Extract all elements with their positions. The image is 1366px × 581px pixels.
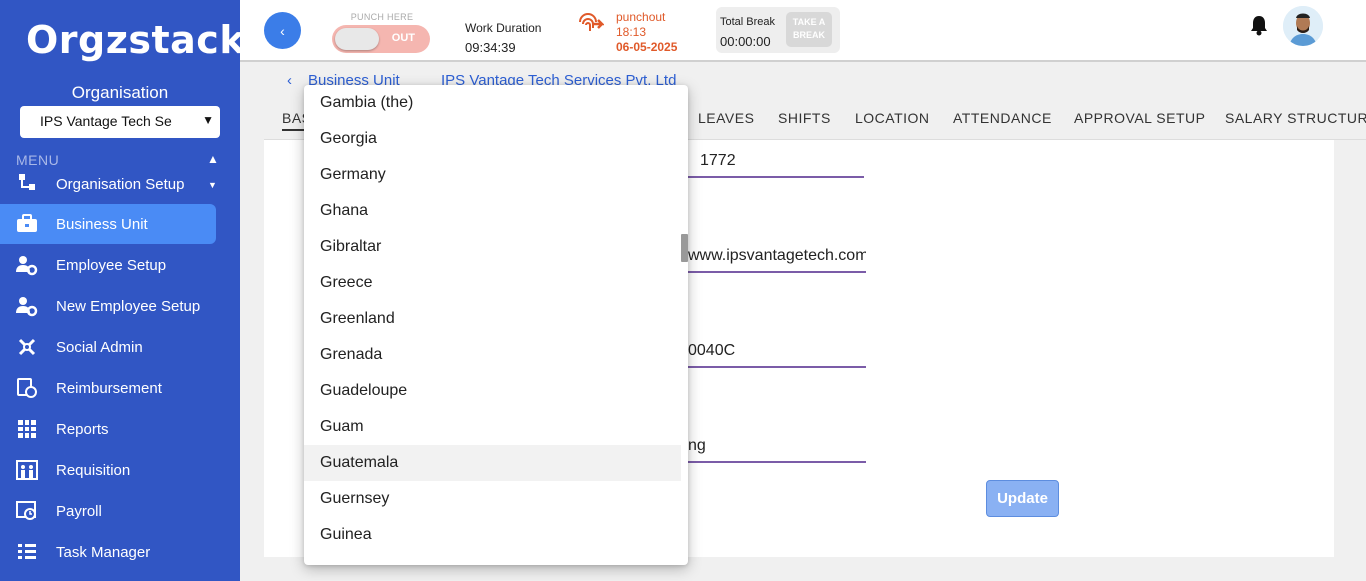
app-logo: Orgzstack bbox=[26, 18, 240, 62]
sidebar-item-requisition[interactable]: Requisition bbox=[0, 450, 216, 490]
form-field-website-value: www.ipsvantagetech.com/ bbox=[688, 247, 866, 264]
chevron-down-icon: ▼ bbox=[208, 180, 217, 190]
dropdown-option[interactable]: Grenada bbox=[304, 337, 681, 373]
dropdown-option-highlighted[interactable]: Guatemala bbox=[304, 445, 681, 481]
sidebar-item-organisation-setup[interactable]: Organisation Setup bbox=[0, 171, 216, 193]
briefcase-icon bbox=[16, 213, 38, 235]
sidebar-item-business-unit[interactable]: Business Unit bbox=[0, 204, 216, 244]
tab-location[interactable]: LOCATION bbox=[855, 110, 930, 126]
total-break-label: Total Break bbox=[720, 16, 776, 28]
chevron-up-icon[interactable]: ▲ bbox=[207, 152, 219, 166]
chevron-left-icon: ‹ bbox=[280, 22, 285, 39]
punch-toggle-knob bbox=[335, 28, 379, 50]
task-icon bbox=[16, 541, 38, 563]
form-field-3-value: 0040C bbox=[688, 342, 736, 359]
collapse-sidebar-button[interactable]: ‹ bbox=[264, 12, 301, 49]
sidebar-item-reimbursement[interactable]: Reimbursement bbox=[0, 368, 216, 408]
sidebar-item-reports[interactable]: Reports bbox=[0, 409, 216, 449]
reports-icon bbox=[16, 418, 38, 440]
sidebar-item-task-manager[interactable]: Task Manager bbox=[0, 532, 216, 572]
tab-salary-structure[interactable]: SALARY STRUCTURE bbox=[1225, 110, 1366, 126]
sidebar-item-payroll[interactable]: Payroll bbox=[0, 491, 216, 531]
dropdown-option[interactable]: Greece bbox=[304, 265, 681, 301]
take-break-button[interactable]: TAKE A BREAK bbox=[786, 12, 832, 47]
sidebar: Orgzstack Organisation IPS Vantage Tech … bbox=[0, 0, 240, 581]
reimbursement-icon bbox=[16, 377, 38, 399]
organisation-select[interactable]: IPS Vantage Tech Se ▼ bbox=[20, 106, 220, 138]
sidebar-item-label: Reimbursement bbox=[56, 379, 162, 397]
sidebar-item-label: Payroll bbox=[56, 502, 102, 520]
sidebar-item-new-employee-setup[interactable]: New Employee Setup bbox=[0, 286, 216, 326]
back-icon[interactable]: ‹ bbox=[287, 72, 292, 89]
chevron-down-icon: ▼ bbox=[202, 113, 214, 127]
dropdown-option[interactable]: Gambia (the) bbox=[304, 85, 681, 121]
punch-time: 18:13 bbox=[616, 25, 647, 39]
sidebar-item-employee-setup[interactable]: Employee Setup bbox=[0, 245, 216, 285]
form-field-4-value: ng bbox=[688, 437, 706, 454]
form-field-1-value: 1772 bbox=[700, 152, 736, 169]
punch-date: 06-05-2025 bbox=[616, 40, 678, 54]
dropdown-scrollbar[interactable] bbox=[681, 234, 688, 262]
organisation-select-value: IPS Vantage Tech Se bbox=[40, 113, 172, 129]
social-icon bbox=[16, 336, 38, 358]
organisation-label: Organisation bbox=[71, 83, 169, 102]
update-button[interactable]: Update bbox=[986, 480, 1059, 517]
dropdown-option[interactable]: Germany bbox=[304, 157, 681, 193]
avatar[interactable] bbox=[1283, 6, 1323, 46]
punch-toggle[interactable]: OUT bbox=[332, 25, 430, 53]
dropdown-option[interactable]: Guinea bbox=[304, 517, 681, 553]
dropdown-option[interactable]: Ghana bbox=[304, 193, 681, 229]
org-setup-icon bbox=[16, 171, 38, 193]
users-gear-icon bbox=[16, 254, 38, 276]
work-duration-label: Work Duration bbox=[465, 21, 542, 35]
tab-approval-setup[interactable]: APPROVAL SETUP bbox=[1074, 110, 1205, 126]
tab-shifts[interactable]: SHIFTS bbox=[778, 110, 831, 126]
punch-status: punchout 18:13 06-05-2025 bbox=[616, 10, 677, 55]
break-widget: Total Break 00:00:00 TAKE A BREAK bbox=[716, 7, 840, 53]
users-gear-icon bbox=[16, 295, 38, 317]
sidebar-item-social-admin[interactable]: Social Admin bbox=[0, 327, 216, 367]
payroll-icon bbox=[16, 500, 38, 522]
top-header: ‹ PUNCH HERE OUT Work Duration 09:34:39 … bbox=[240, 0, 1366, 62]
punch-status-text: punchout bbox=[616, 10, 666, 24]
fingerprint-icon bbox=[576, 10, 606, 36]
sidebar-item-label: Task Manager bbox=[56, 543, 151, 561]
punch-label: PUNCH HERE bbox=[350, 12, 414, 22]
notification-bell-icon[interactable] bbox=[1249, 14, 1269, 36]
sidebar-item-label: Social Admin bbox=[56, 338, 143, 356]
dropdown-option[interactable]: Guam bbox=[304, 409, 681, 445]
sidebar-item-label: Requisition bbox=[56, 461, 131, 479]
menu-label: MENU bbox=[16, 152, 60, 168]
dropdown-option[interactable]: Georgia bbox=[304, 121, 681, 157]
requisition-icon bbox=[16, 459, 38, 481]
total-break-value: 00:00:00 bbox=[720, 34, 771, 49]
sidebar-item-label: Business Unit bbox=[56, 215, 148, 233]
country-dropdown-list[interactable]: Gambia (the) Georgia Germany Ghana Gibra… bbox=[304, 85, 688, 565]
dropdown-option[interactable]: Greenland bbox=[304, 301, 681, 337]
sidebar-item-label: Organisation Setup bbox=[56, 176, 185, 193]
sidebar-item-label: Reports bbox=[56, 420, 109, 438]
punch-widget: PUNCH HERE OUT bbox=[332, 12, 432, 53]
tab-attendance[interactable]: ATTENDANCE bbox=[953, 110, 1052, 126]
sidebar-item-label: Employee Setup bbox=[56, 256, 167, 274]
dropdown-option[interactable]: Gibraltar bbox=[304, 229, 681, 265]
punch-toggle-text: OUT bbox=[391, 32, 415, 44]
tab-leaves[interactable]: LEAVES bbox=[698, 110, 754, 126]
dropdown-option[interactable]: Guernsey bbox=[304, 481, 681, 517]
work-duration-value: 09:34:39 bbox=[465, 40, 516, 55]
sidebar-item-label: New Employee Setup bbox=[56, 297, 201, 315]
dropdown-option[interactable]: Guadeloupe bbox=[304, 373, 681, 409]
